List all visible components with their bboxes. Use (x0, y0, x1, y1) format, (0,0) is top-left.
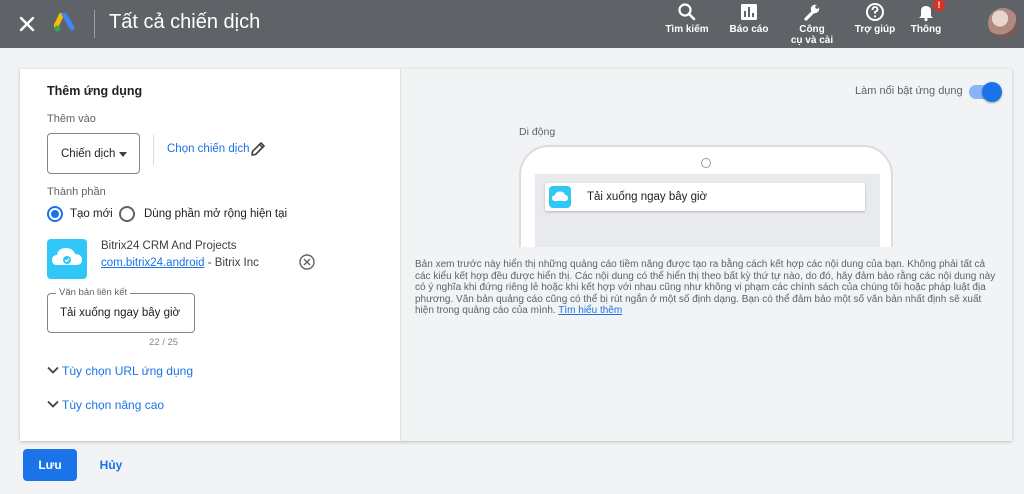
device-label: Di động (519, 126, 556, 138)
app-icon (47, 239, 87, 279)
link-text-field[interactable]: Văn bản liên kết Tải xuống ngay bây giờ (47, 287, 195, 333)
field-divider (153, 135, 154, 165)
radio-create-new[interactable] (47, 206, 63, 222)
app-name: Bitrix24 CRM And Projects (101, 240, 237, 252)
notification-badge: ! (933, 0, 945, 11)
advanced-options-label: Tùy chọn nâng cao (62, 398, 165, 412)
choose-campaign-link[interactable]: Chọn chiến dịch (167, 143, 249, 155)
highlight-app-label: Làm nổi bật ứng dụng (855, 85, 963, 97)
header-divider (94, 10, 95, 38)
top-bar: Tất cả chiến dịch Tìm kiếm Báo cáo Công … (0, 0, 1024, 48)
url-options-expander[interactable]: Tùy chọn URL ứng dụng (46, 363, 193, 378)
cancel-button[interactable]: Hủy (86, 449, 136, 481)
ad-app-icon (549, 186, 571, 208)
ad-text: Tải xuống ngay bây giờ (587, 191, 708, 203)
remove-circle-icon[interactable] (298, 253, 316, 271)
nav-reports[interactable]: Báo cáo (721, 2, 777, 48)
nav-help-label: Trợ giúp (854, 24, 896, 35)
wrench-icon (804, 4, 820, 21)
page-title: Tất cả chiến dịch (109, 11, 261, 33)
nav-search[interactable]: Tìm kiếm (659, 2, 715, 48)
nav-tools-label-2: cụ và cài (790, 35, 834, 46)
app-package-link[interactable]: com.bitrix24.android (101, 257, 205, 269)
pencil-icon[interactable] (249, 140, 267, 158)
search-icon (678, 3, 696, 21)
avatar[interactable] (988, 8, 1018, 38)
app-package-line: com.bitrix24.android - Bitrix Inc (101, 257, 259, 269)
section-title: Thêm ứng dụng (47, 84, 143, 98)
toggle-knob (982, 82, 1002, 102)
help-icon (866, 3, 884, 21)
add-to-value: Chiến dịch (61, 148, 116, 160)
form-panel: Thêm ứng dụng Thêm vào Chiến dịch Chọn c… (20, 69, 400, 441)
main-card: Thêm ứng dụng Thêm vào Chiến dịch Chọn c… (20, 69, 1012, 441)
add-to-label: Thêm vào (47, 113, 96, 125)
radio-create-new-label[interactable]: Tạo mới (70, 208, 113, 220)
nav-search-label: Tìm kiếm (665, 24, 709, 35)
url-options-label: Tùy chọn URL ứng dụng (62, 364, 193, 378)
nav-help[interactable]: Trợ giúp (847, 2, 903, 48)
link-text-label: Văn bản liên kết (56, 287, 131, 298)
nav-notifications-label: Thông (910, 24, 942, 35)
save-button[interactable]: Lưu (23, 449, 77, 481)
learn-more-link[interactable]: Tìm hiểu thêm (558, 305, 622, 316)
ad-preview: Tải xuống ngay bây giờ (545, 183, 865, 211)
google-ads-logo (54, 13, 75, 32)
advanced-options-expander[interactable]: Tùy chọn nâng cao (46, 397, 164, 412)
component-label: Thành phần (47, 186, 106, 198)
radio-use-existing-label[interactable]: Dùng phần mở rộng hiện tại (144, 208, 287, 220)
radio-use-existing[interactable] (119, 206, 135, 222)
add-to-dropdown[interactable]: Chiến dịch (47, 133, 140, 174)
phone-screen: Tải xuống ngay bây giờ (535, 174, 880, 247)
chevron-down-icon (47, 400, 59, 408)
preview-panel: Làm nổi bật ứng dụng Di động Tải xuống n… (400, 69, 1012, 441)
highlight-app-toggle[interactable] (969, 82, 1002, 102)
nav-reports-label: Báo cáo (729, 24, 769, 35)
phone-preview: Tải xuống ngay bây giờ (519, 145, 893, 247)
preview-note-text: Bản xem trước này hiển thị những quảng c… (415, 259, 996, 316)
preview-note: Bản xem trước này hiển thị những quảng c… (415, 259, 1001, 317)
app-publisher: - Bitrix Inc (204, 257, 259, 269)
phone-camera (701, 158, 711, 168)
char-counter: 22 / 25 (149, 337, 179, 348)
caret-down-icon (119, 152, 127, 157)
cloud-icon (52, 248, 82, 265)
cloud-icon (552, 191, 568, 201)
link-text-value[interactable]: Tải xuống ngay bây giờ (60, 307, 180, 319)
close-icon[interactable] (14, 11, 40, 37)
reports-icon (741, 4, 757, 20)
nav-tools-label-1: Công (799, 24, 825, 35)
chevron-down-icon (47, 366, 59, 374)
nav-tools[interactable]: Công cụ và cài (784, 2, 840, 48)
nav-notifications[interactable]: ! Thông (898, 0, 954, 48)
